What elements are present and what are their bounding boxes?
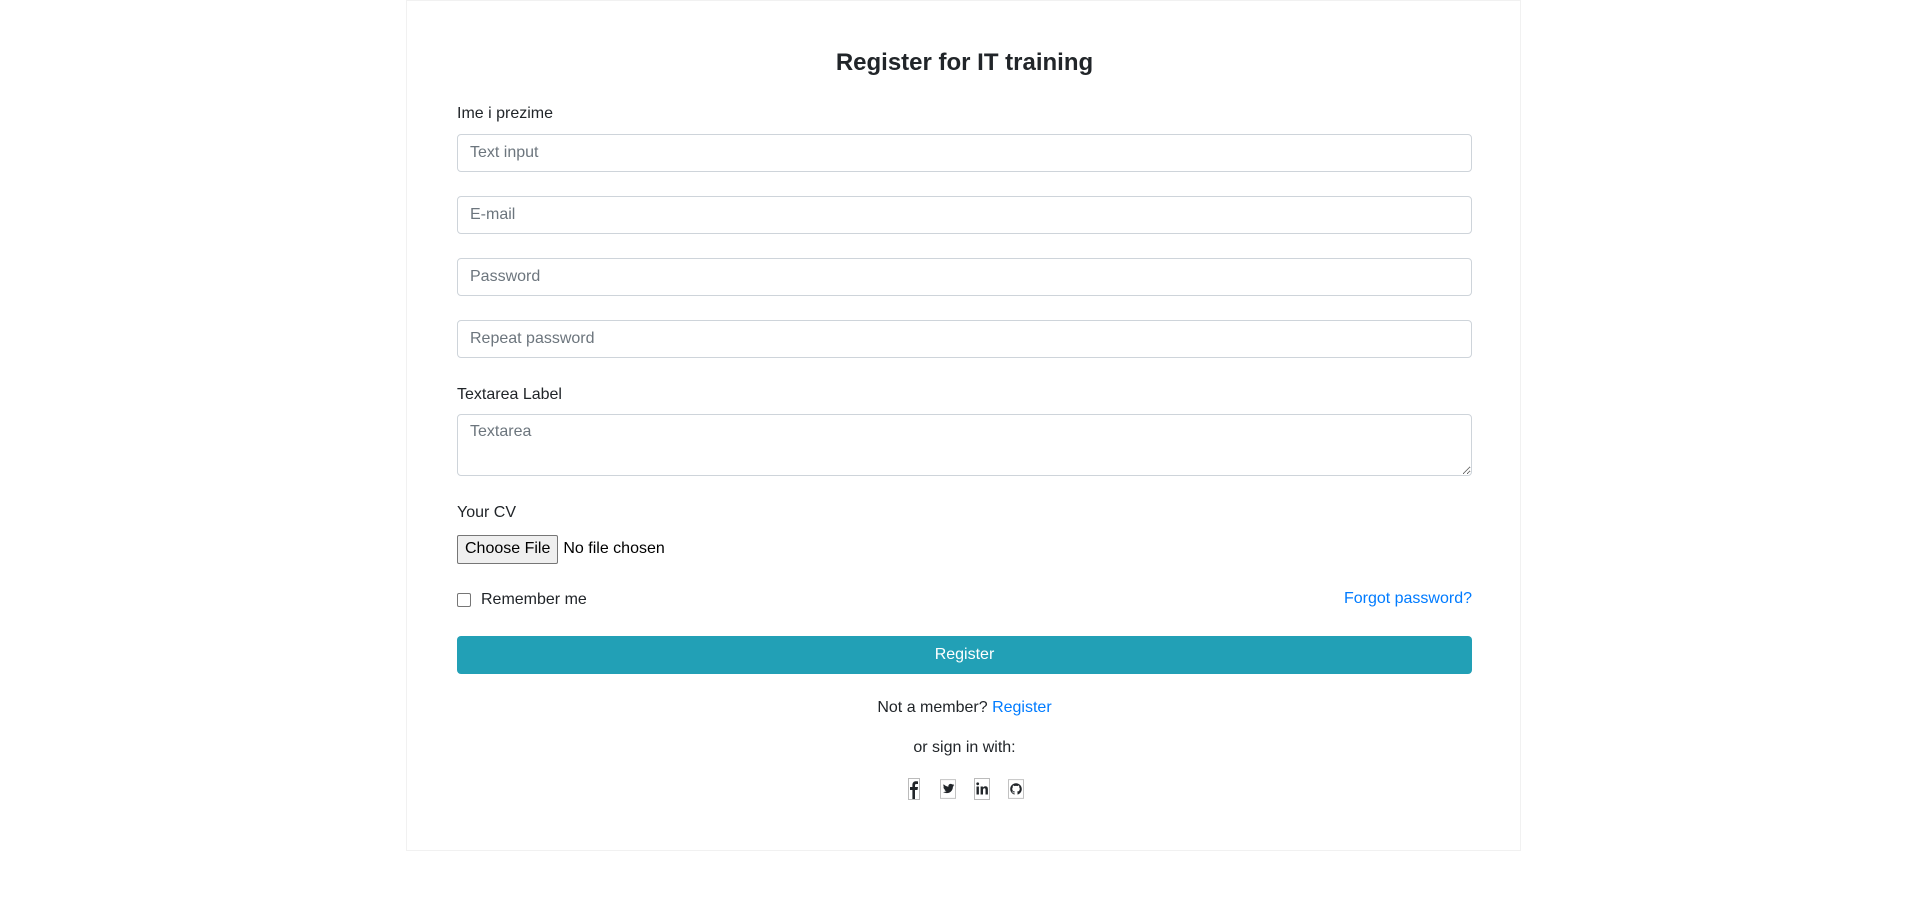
form-title: Register for IT training xyxy=(835,49,1094,76)
forgot-password-link[interactable]: Forgot password? xyxy=(1344,590,1472,608)
password-input[interactable] xyxy=(457,258,1472,296)
facebook-icon[interactable] xyxy=(906,778,922,800)
file-upload: Choose File No file chosen xyxy=(457,534,665,564)
textarea-label: Textarea Label xyxy=(457,386,562,403)
register-button[interactable]: Register xyxy=(457,636,1472,674)
twitter-icon[interactable] xyxy=(939,778,956,800)
repeat-password-input[interactable] xyxy=(457,320,1472,358)
linkedin-icon[interactable] xyxy=(973,778,990,800)
file-status: No file chosen xyxy=(563,540,665,557)
cv-label: Your CV xyxy=(457,504,516,521)
remember-me: Remember me xyxy=(457,590,587,610)
textarea-input[interactable] xyxy=(457,414,1472,476)
remember-checkbox[interactable] xyxy=(457,593,471,607)
choose-file-button[interactable]: Choose File xyxy=(457,534,559,564)
not-member-line: Not a member? Register xyxy=(457,699,1472,717)
signin-with-text: or sign in with: xyxy=(913,739,1016,756)
not-member-text: Not a member? xyxy=(877,699,988,716)
remember-label: Remember me xyxy=(481,591,587,608)
name-label: Ime i prezime xyxy=(457,105,554,122)
social-links xyxy=(457,778,1472,800)
name-input[interactable] xyxy=(457,134,1472,172)
github-icon[interactable] xyxy=(1007,778,1024,800)
register-link[interactable]: Register xyxy=(992,699,1052,716)
email-input[interactable] xyxy=(457,196,1472,234)
register-card: Register for IT training Ime i prezime T… xyxy=(406,0,1521,851)
